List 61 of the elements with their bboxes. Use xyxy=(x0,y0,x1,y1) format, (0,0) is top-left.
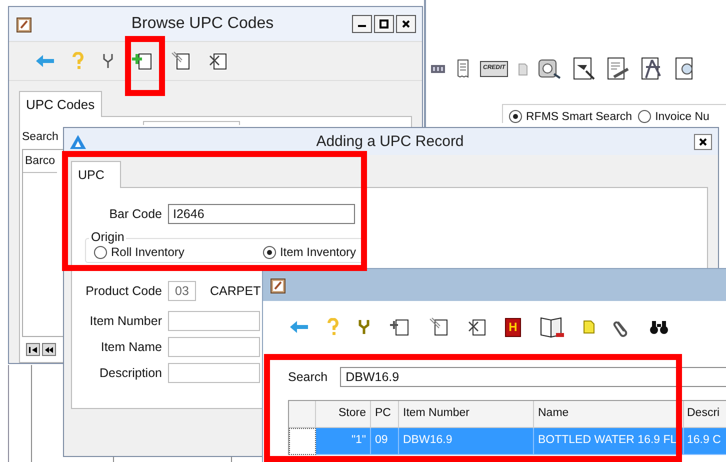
table-cell: "1" xyxy=(316,428,371,455)
window-title: Browse UPC Codes xyxy=(130,15,275,33)
group-label: Origin xyxy=(89,230,126,244)
input-field[interactable] xyxy=(168,363,260,383)
note-icon[interactable] xyxy=(583,320,595,334)
field-label: Bar Code xyxy=(108,207,162,221)
radio-option[interactable]: Roll Inventory xyxy=(94,245,184,259)
table-cell: DBW16.9 xyxy=(399,428,534,455)
radio-option[interactable]: RFMS Smart Search xyxy=(509,110,632,123)
add-document-icon[interactable] xyxy=(132,51,154,71)
input-field[interactable] xyxy=(168,337,260,357)
document-icon xyxy=(572,57,596,81)
delete-document-icon[interactable] xyxy=(208,51,228,71)
binoculars-icon[interactable] xyxy=(649,319,669,335)
table-cell: BOTTLED WATER 16.9 FL xyxy=(534,428,684,455)
document-icon xyxy=(518,62,528,76)
highlight-frame xyxy=(125,36,165,96)
first-record-button[interactable] xyxy=(26,343,40,356)
product-name: CARPET xyxy=(210,284,261,298)
delete-document-icon[interactable] xyxy=(467,317,487,337)
field-label: Description xyxy=(98,366,162,380)
document-pen-icon xyxy=(606,57,630,81)
open-book-icon[interactable] xyxy=(539,315,565,339)
rewind-icon xyxy=(45,346,53,354)
triangle-logo-icon xyxy=(70,134,86,148)
edit-document-icon[interactable] xyxy=(429,317,449,337)
radio-option[interactable]: Item Inventory xyxy=(262,245,356,259)
maximize-icon xyxy=(379,19,389,29)
first-icon xyxy=(29,346,37,354)
add-document-icon[interactable] xyxy=(389,317,411,337)
product-code-field[interactable]: 03 xyxy=(168,281,196,301)
tab[interactable]: UPC Codes xyxy=(19,91,102,117)
close-button[interactable] xyxy=(396,15,416,33)
clipboard-icon xyxy=(15,15,33,33)
close-button[interactable] xyxy=(694,134,712,150)
close-icon xyxy=(401,19,411,29)
previous-page-button[interactable] xyxy=(42,343,56,356)
bar-code-field[interactable]: I2646 xyxy=(168,204,355,224)
tab[interactable]: UPC xyxy=(71,161,121,188)
search-field[interactable]: DBW16.9 xyxy=(340,367,726,387)
clipboard-icon xyxy=(269,276,287,294)
edit-document-icon[interactable] xyxy=(171,51,191,71)
help-book-icon[interactable]: H xyxy=(505,318,521,336)
minimize-button[interactable] xyxy=(352,15,372,33)
receipt-icon xyxy=(456,59,470,79)
back-arrow-icon[interactable] xyxy=(35,54,55,68)
search-field[interactable] xyxy=(143,121,240,125)
back-arrow-icon[interactable] xyxy=(289,320,309,334)
column-header[interactable]: Barco xyxy=(23,150,58,173)
field-label: Product Code xyxy=(84,284,162,298)
table-cell: 16.9 C xyxy=(684,428,726,455)
search-label: Search xyxy=(288,370,328,384)
field-label: Item Number xyxy=(88,314,162,328)
close-icon xyxy=(698,136,708,146)
maximize-button[interactable] xyxy=(374,15,394,33)
search-label: Search xyxy=(22,131,58,143)
table-cell: 09 xyxy=(371,428,399,455)
input-field[interactable] xyxy=(168,311,260,331)
field-label: Item Name xyxy=(100,340,162,354)
dialog-title: Adding a UPC Record xyxy=(315,133,465,150)
radio-option[interactable]: Invoice Nu xyxy=(638,110,710,123)
